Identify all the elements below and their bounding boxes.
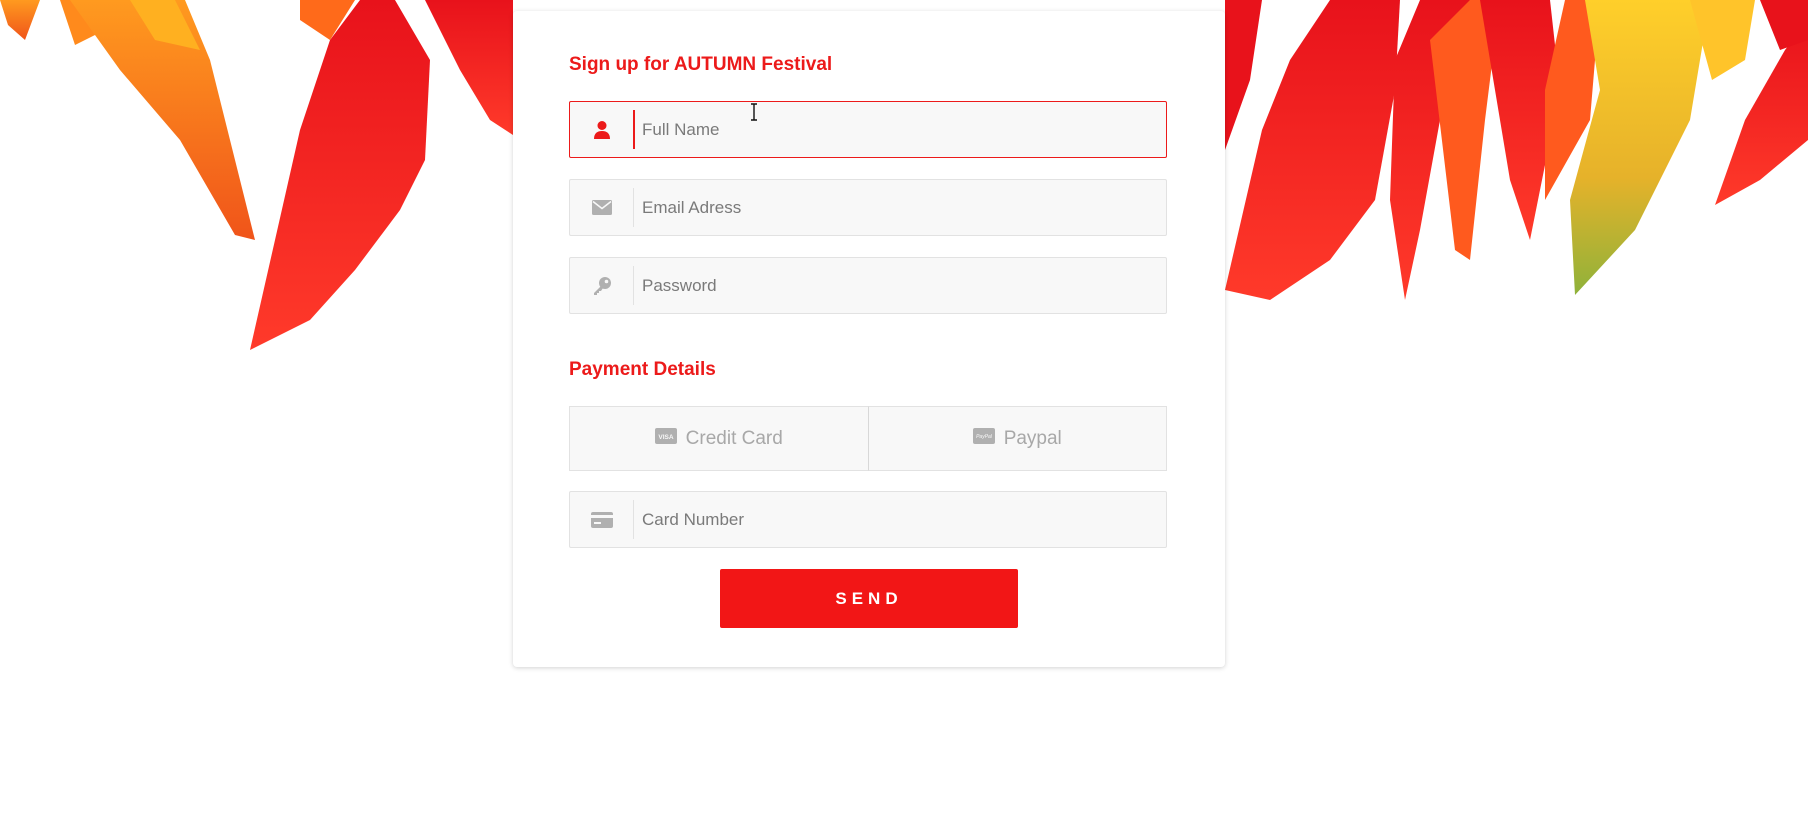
password-input[interactable] bbox=[642, 258, 1152, 313]
credit-card-option[interactable]: VISA Credit Card bbox=[569, 406, 869, 471]
card-number-input[interactable] bbox=[642, 492, 1152, 547]
full-name-field[interactable] bbox=[569, 101, 1167, 158]
password-field[interactable] bbox=[569, 257, 1167, 314]
visa-card-icon: VISA bbox=[654, 427, 677, 450]
payment-method-selector: VISA Credit Card PayPal Paypal bbox=[569, 406, 1167, 471]
signup-card: Sign up for AUTUMN Festival Full Name Em… bbox=[513, 11, 1225, 667]
field-divider bbox=[633, 110, 635, 149]
field-divider bbox=[633, 500, 634, 539]
email-field[interactable] bbox=[569, 179, 1167, 236]
card-number-field[interactable] bbox=[569, 491, 1167, 548]
user-icon bbox=[570, 102, 633, 157]
send-button[interactable]: SEND bbox=[720, 569, 1018, 628]
paypal-label: Paypal bbox=[1003, 427, 1062, 449]
envelope-icon bbox=[570, 180, 633, 235]
svg-text:VISA: VISA bbox=[658, 434, 673, 441]
svg-text:PayPal: PayPal bbox=[976, 434, 993, 440]
field-divider bbox=[633, 266, 634, 305]
full-name-input[interactable] bbox=[642, 102, 1152, 157]
field-divider bbox=[633, 188, 634, 227]
leaf-cluster-right bbox=[1225, 0, 1808, 300]
credit-card-label: Credit Card bbox=[685, 427, 783, 449]
payment-details-title: Payment Details bbox=[569, 359, 716, 380]
paypal-option[interactable]: PayPal Paypal bbox=[868, 406, 1167, 471]
credit-card-icon bbox=[570, 492, 633, 547]
paypal-icon: PayPal bbox=[972, 427, 995, 450]
email-input[interactable] bbox=[642, 180, 1152, 235]
key-icon bbox=[570, 258, 633, 313]
text-cursor-icon bbox=[751, 103, 757, 121]
form-title: Sign up for AUTUMN Festival bbox=[569, 54, 833, 75]
leaf-cluster-left bbox=[0, 0, 513, 350]
